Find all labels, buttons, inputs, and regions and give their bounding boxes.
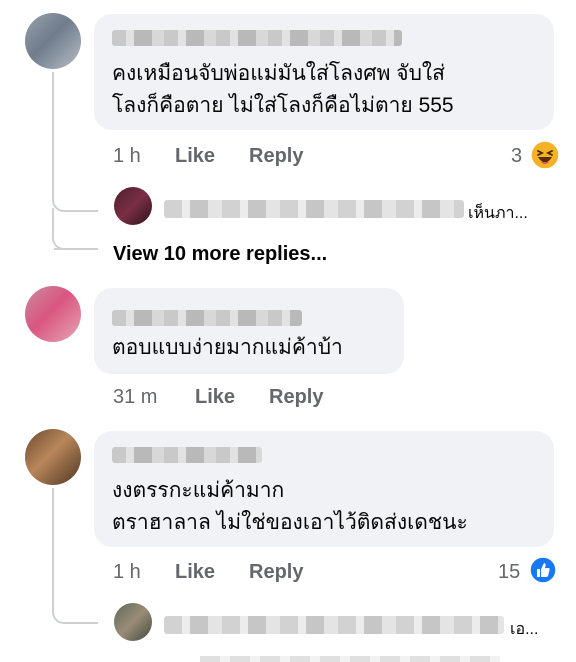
- reply-preview-text[interactable]: เอ...: [510, 617, 538, 642]
- comment-bubble: คงเหมือนจับพ่อแม่มันใส่โลงศพ จับใส่ โลงก…: [94, 14, 554, 130]
- comment-text-line: ตราฮาลาล ไม่ใช่ของเอาไว้ติดส่งเดชนะ: [112, 511, 468, 534]
- reply-thread-line: [52, 600, 98, 624]
- comment-text-line: งงตรรกะแม่ค้ามาก: [112, 479, 285, 502]
- like-button[interactable]: Like: [195, 386, 235, 409]
- reply-button[interactable]: Reply: [249, 145, 303, 168]
- comment-bubble: งงตรรกะแม่ค้ามาก ตราฮาลาล ไม่ใช่ของเอาไว…: [94, 431, 554, 547]
- thread-trunk: [52, 488, 54, 608]
- avatar[interactable]: [114, 187, 152, 225]
- next-item-partial: [200, 656, 500, 662]
- reply-author-blurred[interactable]: [164, 616, 504, 634]
- comment-text-line: โลงก็คือตาย ไม่ใส่โลงก็คือไม่ตาย 555: [112, 94, 454, 117]
- avatar[interactable]: [114, 603, 152, 641]
- commenter-name-blurred[interactable]: [112, 447, 262, 463]
- reply-preview-text[interactable]: เห็นภา...: [468, 201, 528, 226]
- commenter-name-blurred[interactable]: [112, 30, 402, 46]
- avatar[interactable]: [25, 286, 81, 342]
- comment-timestamp[interactable]: 1 h: [113, 561, 141, 584]
- commenter-name-blurred[interactable]: [112, 310, 302, 326]
- like-button[interactable]: Like: [175, 561, 215, 584]
- reply-author-blurred[interactable]: [164, 200, 464, 218]
- comment-bubble: ตอบแบบง่ายมากแม่ค้าบ้า: [94, 288, 404, 374]
- avatar[interactable]: [25, 429, 81, 485]
- comment-text-line: คงเหมือนจับพ่อแม่มันใส่โลงศพ จับใส่: [112, 62, 445, 85]
- view-more-replies-link[interactable]: View 10 more replies...: [113, 243, 327, 266]
- reply-thread-line: [52, 72, 98, 212]
- reply-button[interactable]: Reply: [249, 561, 303, 584]
- reaction-count[interactable]: 3: [511, 145, 522, 168]
- haha-emoji-icon[interactable]: [530, 140, 560, 170]
- reply-button[interactable]: Reply: [269, 386, 323, 409]
- avatar[interactable]: [25, 13, 81, 69]
- comment-timestamp[interactable]: 1 h: [113, 145, 141, 168]
- like-thumb-icon[interactable]: [529, 556, 557, 584]
- comment-timestamp[interactable]: 31 m: [113, 386, 157, 409]
- reply-thread-line: [52, 230, 98, 250]
- comment-text-line: ตอบแบบง่ายมากแม่ค้าบ้า: [112, 336, 343, 359]
- reaction-count[interactable]: 15: [498, 561, 520, 584]
- like-button[interactable]: Like: [175, 145, 215, 168]
